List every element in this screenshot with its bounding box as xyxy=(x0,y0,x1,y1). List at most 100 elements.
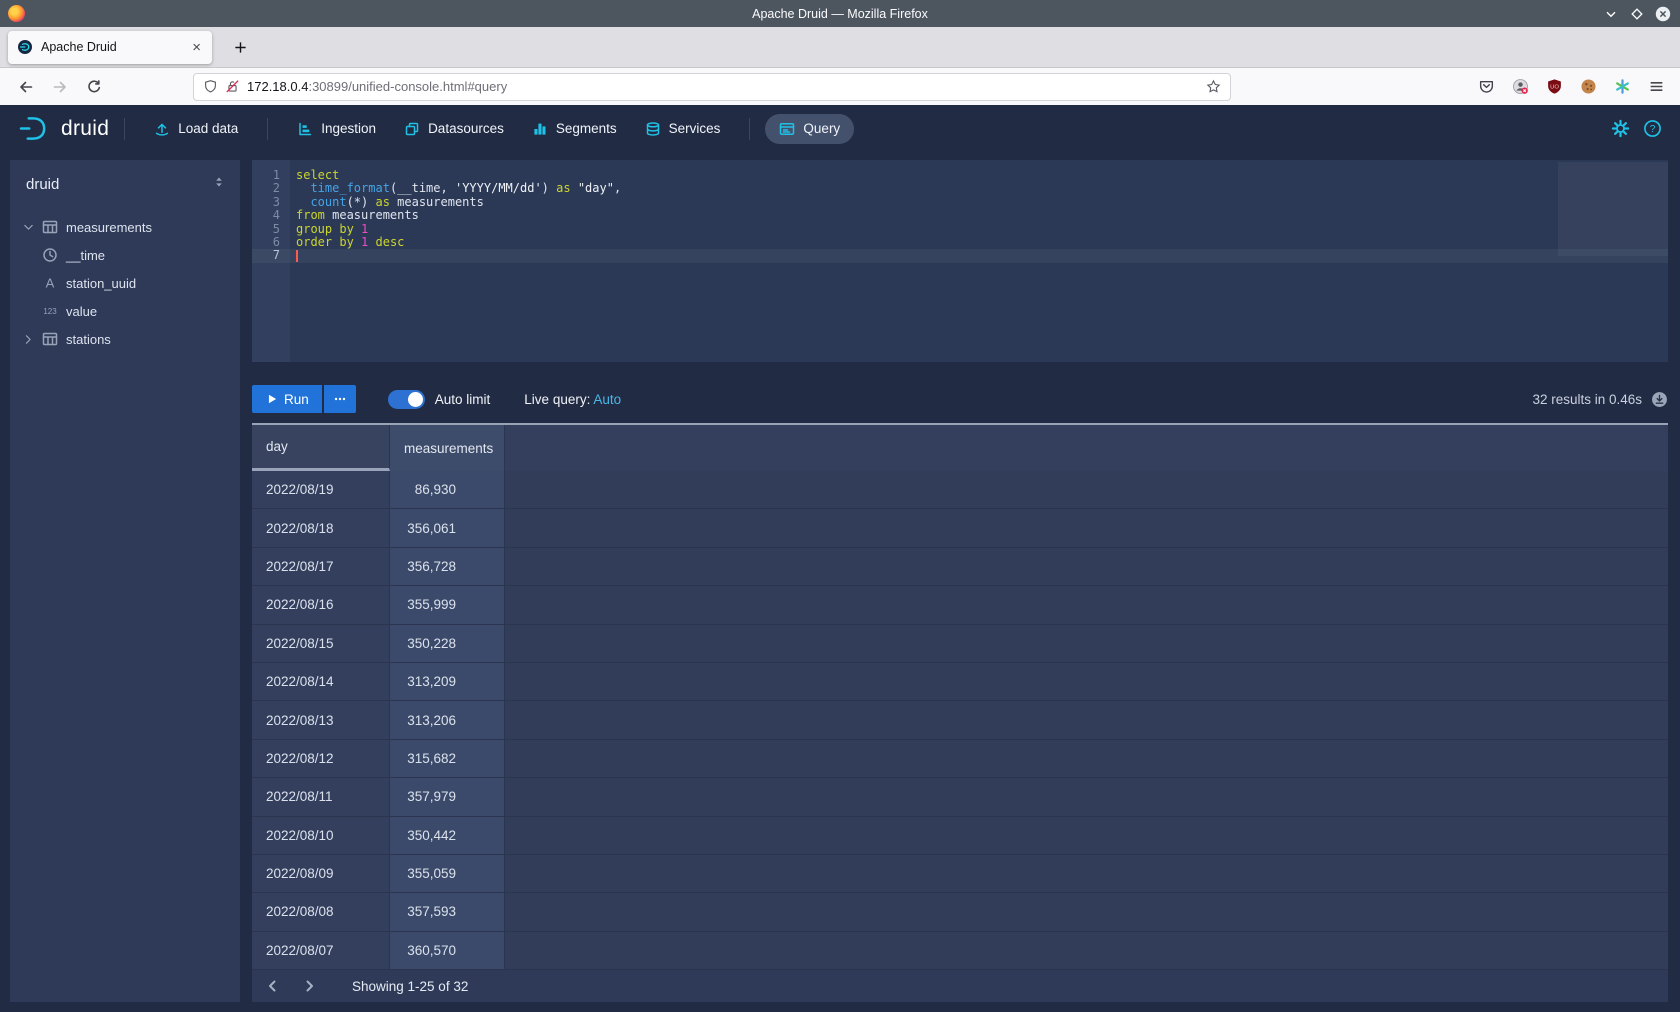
sql-editor[interactable]: 1234567 select time_format(__time, 'YYYY… xyxy=(252,160,1668,362)
cell-measurements[interactable]: 360,570 xyxy=(390,932,505,970)
settings-gear-icon[interactable] xyxy=(1611,119,1630,138)
cell-measurements[interactable]: 355,059 xyxy=(390,855,505,893)
plus-icon xyxy=(233,40,248,55)
window-controls xyxy=(1603,6,1680,22)
nav-item-load-data[interactable]: Load data xyxy=(140,114,252,144)
tree-item-value[interactable]: 123value xyxy=(10,297,240,325)
cell-measurements[interactable]: 357,593 xyxy=(390,893,505,931)
pager-next-button[interactable] xyxy=(294,971,324,1001)
nav-item-datasources[interactable]: Datasources xyxy=(390,114,518,144)
auto-limit-toggle[interactable] xyxy=(388,390,425,409)
cell-day[interactable]: 2022/08/16 xyxy=(252,586,390,624)
insecure-lock-icon[interactable] xyxy=(225,79,240,94)
chevron-down-icon[interactable] xyxy=(22,221,42,234)
window-minimize-button[interactable] xyxy=(1603,6,1619,22)
shield-icon[interactable] xyxy=(203,79,218,94)
multiaccount-extension-icon[interactable] xyxy=(1611,76,1633,98)
cookie-extension-icon[interactable] xyxy=(1577,76,1599,98)
tree-item-__time[interactable]: __time xyxy=(10,241,240,269)
nav-item-label: Ingestion xyxy=(321,121,376,136)
table-row: 2022/08/13313,206 xyxy=(252,701,1668,739)
cell-measurements[interactable]: 357,979 xyxy=(390,778,505,816)
cell-value: 356,728 xyxy=(404,559,456,574)
chevron-right-icon[interactable] xyxy=(22,333,42,346)
help-icon[interactable]: ? xyxy=(1643,119,1662,138)
tree-item-stations[interactable]: stations xyxy=(10,325,240,353)
new-tab-button[interactable] xyxy=(227,34,253,60)
cell-measurements[interactable]: 313,206 xyxy=(390,701,505,739)
cell-day[interactable]: 2022/08/19 xyxy=(252,471,390,509)
druid-brand[interactable]: druid xyxy=(18,115,109,142)
cell-day[interactable]: 2022/08/09 xyxy=(252,855,390,893)
reload-button[interactable] xyxy=(80,74,108,100)
account-extension-icon[interactable] xyxy=(1509,76,1531,98)
cell-day[interactable]: 2022/08/10 xyxy=(252,817,390,855)
url-bar[interactable]: 172.18.0.4:30899/unified-console.html#qu… xyxy=(193,73,1231,101)
pager-prev-button[interactable] xyxy=(258,971,288,1001)
hamburger-menu-icon[interactable] xyxy=(1645,76,1667,98)
nav-item-query[interactable]: Query xyxy=(765,114,854,144)
cell-measurements[interactable]: 350,228 xyxy=(390,625,505,663)
schema-tree: measurements__timeAstation_uuid123values… xyxy=(10,207,240,353)
druid-header: druid Load data Ingestion DatasourcesSegme… xyxy=(0,105,1680,152)
run-more-button[interactable] xyxy=(324,385,356,413)
nav-item-segments[interactable]: Segments xyxy=(518,114,631,144)
segments-icon xyxy=(532,121,548,137)
cell-measurements[interactable]: 356,728 xyxy=(390,548,505,586)
live-query-value-link[interactable]: Auto xyxy=(593,392,621,407)
cell-measurements[interactable]: 350,442 xyxy=(390,817,505,855)
table-row: 2022/08/15350,228 xyxy=(252,625,1668,663)
editor-code[interactable]: select time_format(__time, 'YYYY/MM/dd')… xyxy=(290,160,1668,362)
forward-button[interactable] xyxy=(46,74,74,100)
pocket-icon[interactable] xyxy=(1475,76,1497,98)
line-number: 5 xyxy=(252,223,290,236)
row-filler xyxy=(505,471,1668,509)
svg-text:A: A xyxy=(46,276,55,291)
back-button[interactable] xyxy=(12,74,40,100)
sort-double-caret-icon[interactable] xyxy=(212,175,226,194)
time-icon xyxy=(42,247,66,263)
cell-measurements[interactable]: 313,209 xyxy=(390,663,505,701)
cell-value: 350,442 xyxy=(404,828,456,843)
line-number: 7 xyxy=(252,249,290,262)
cell-day[interactable]: 2022/08/17 xyxy=(252,548,390,586)
cell-day[interactable]: 2022/08/12 xyxy=(252,740,390,778)
query-content: 1234567 select time_format(__time, 'YYYY… xyxy=(252,160,1668,1002)
query-view: druid measurements__timeAstation_uuid123… xyxy=(0,152,1680,1012)
bookmark-star-icon[interactable] xyxy=(1206,79,1221,94)
download-icon[interactable] xyxy=(1651,391,1668,408)
window-maximize-button[interactable] xyxy=(1629,6,1645,22)
cell-day[interactable]: 2022/08/14 xyxy=(252,663,390,701)
ingestion-icon xyxy=(297,121,313,137)
cell-day[interactable]: 2022/08/15 xyxy=(252,625,390,663)
ublock-extension-icon[interactable]: UO xyxy=(1543,76,1565,98)
editor-gutter: 1234567 xyxy=(252,160,290,362)
run-button[interactable]: Run xyxy=(252,385,322,413)
nav-item-services[interactable]: Services xyxy=(631,114,735,144)
window-close-button[interactable] xyxy=(1655,6,1671,22)
cell-day[interactable]: 2022/08/07 xyxy=(252,932,390,970)
number-icon: 123 xyxy=(42,303,66,319)
cell-day[interactable]: 2022/08/13 xyxy=(252,701,390,739)
tree-item-station_uuid[interactable]: Astation_uuid xyxy=(10,269,240,297)
nav-item-ingestion[interactable]: Ingestion xyxy=(283,114,390,144)
tab-close-icon[interactable]: × xyxy=(190,40,203,55)
run-toolbar: Run Auto limit Live query: Auto 32 resul… xyxy=(252,362,1668,423)
cell-day[interactable]: 2022/08/08 xyxy=(252,893,390,931)
results-info-text: 32 results in 0.46s xyxy=(1532,392,1642,407)
cell-measurements[interactable]: 86,930 xyxy=(390,471,505,509)
editor-scrollbar[interactable] xyxy=(1558,162,1668,256)
cell-measurements[interactable]: 355,999 xyxy=(390,586,505,624)
cell-measurements[interactable]: 356,061 xyxy=(390,509,505,547)
code-line: order by 1 desc xyxy=(290,236,1668,249)
druid-favicon-icon xyxy=(17,39,33,55)
column-header-day[interactable]: day xyxy=(252,425,390,471)
line-number: 4 xyxy=(252,209,290,222)
cell-day[interactable]: 2022/08/18 xyxy=(252,509,390,547)
url-text[interactable]: 172.18.0.4:30899/unified-console.html#qu… xyxy=(247,79,1199,94)
cell-measurements[interactable]: 315,682 xyxy=(390,740,505,778)
tree-item-measurements[interactable]: measurements xyxy=(10,213,240,241)
column-header-measurements[interactable]: measurements xyxy=(390,425,505,471)
cell-day[interactable]: 2022/08/11 xyxy=(252,778,390,816)
tab-apache-druid[interactable]: Apache Druid × xyxy=(8,31,212,64)
